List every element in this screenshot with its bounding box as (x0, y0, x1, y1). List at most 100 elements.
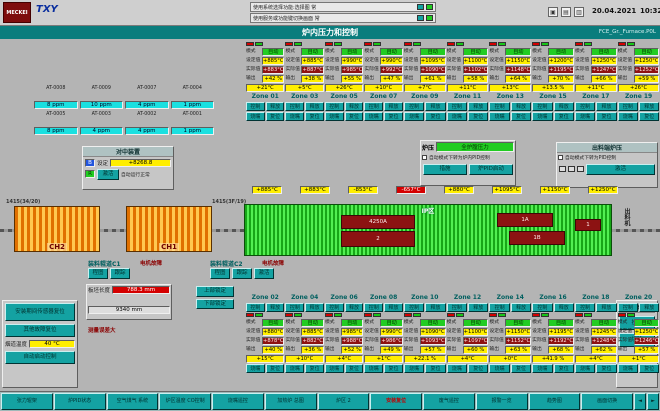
zone-sp-value[interactable]: +990°C (380, 328, 402, 336)
zone-reset-button[interactable]: 复位 (639, 112, 659, 121)
zone-sp-value[interactable]: +990°C (380, 57, 402, 65)
zone-release-button[interactable]: 释放 (554, 102, 574, 111)
zone-release-button[interactable]: 释放 (266, 102, 285, 111)
zone-mode-value[interactable]: 自动 (301, 48, 323, 56)
zone-control-button[interactable]: 控制 (285, 102, 304, 111)
zone-control-button[interactable]: 控制 (532, 303, 552, 312)
zone-burner-button[interactable]: 烧嘴 (246, 364, 265, 373)
zone-release-button[interactable]: 释放 (639, 102, 659, 111)
zone-mode-value[interactable]: 自动 (548, 48, 574, 56)
zone-reset-button[interactable]: 复位 (425, 364, 445, 373)
slab[interactable]: 1 (575, 219, 601, 231)
zone-sp-value[interactable]: +1100°C (463, 328, 489, 336)
sensor-reset-button[interactable]: 安装期间传感器复位 (5, 303, 75, 321)
zone-mode-value[interactable]: 自动 (463, 48, 489, 56)
zone-release-button[interactable]: 释放 (511, 102, 531, 111)
slab[interactable]: 2 (341, 231, 415, 247)
auto-start-button[interactable]: 自动启动控制 (5, 351, 75, 364)
slab[interactable]: 1A (497, 213, 553, 227)
zone-release-button[interactable]: 释放 (384, 102, 403, 111)
zone-reset-button[interactable]: 复位 (345, 112, 364, 121)
zone-burner-button[interactable]: 烧嘴 (532, 364, 552, 373)
zone-sp-value[interactable]: +885°C (262, 57, 284, 65)
zone-sp-value[interactable]: +1150°C (505, 57, 531, 65)
zone-control-button[interactable]: 控制 (532, 102, 552, 111)
zone-release-button[interactable]: 释放 (554, 303, 574, 312)
zone-burner-button[interactable]: 烧嘴 (447, 364, 467, 373)
system-option-2[interactable]: 使用服务或功能键切换画面 常 (250, 13, 436, 23)
zone-burner-button[interactable]: 烧嘴 (246, 112, 265, 121)
nav-button-7[interactable]: 炉区 2 (318, 393, 370, 410)
zone-release-button[interactable]: 释放 (266, 303, 285, 312)
furnace-schematic[interactable]: IP区 4250A21A1B1 (244, 204, 612, 256)
zone-reset-button[interactable]: 复位 (511, 112, 531, 121)
selector-icon[interactable] (559, 166, 566, 172)
zone-burner-button[interactable]: 烧嘴 (447, 112, 467, 121)
zone-sp-value[interactable]: +990°C (341, 57, 363, 65)
zone-burner-button[interactable]: 烧嘴 (618, 364, 638, 373)
zone-release-button[interactable]: 释放 (345, 102, 364, 111)
zone-control-button[interactable]: 控制 (364, 303, 383, 312)
zone-burner-button[interactable]: 烧嘴 (618, 112, 638, 121)
charge-block-ch2[interactable]: CH2 (14, 206, 100, 252)
selector-icon[interactable] (568, 166, 575, 172)
zone-sp-value[interactable]: +1095°C (420, 57, 446, 65)
zone-control-button[interactable]: 控制 (447, 303, 467, 312)
zone-reset-button[interactable]: 复位 (425, 112, 445, 121)
zone-sp-value[interactable]: +1250°C (634, 57, 660, 65)
lower-lock-button[interactable]: 下部锁定 (196, 299, 234, 310)
zone-release-button[interactable]: 释放 (639, 303, 659, 312)
zone-reset-button[interactable]: 复位 (511, 364, 531, 373)
zone-mode-value[interactable]: 自动 (341, 48, 363, 56)
zone-sp-value[interactable]: +1195°C (548, 328, 574, 336)
zone-mode-value[interactable]: 自动 (380, 319, 402, 327)
zone-burner-button[interactable]: 烧嘴 (404, 364, 424, 373)
zone-sp-value[interactable]: +1250°C (591, 57, 617, 65)
zone-control-button[interactable]: 控制 (246, 102, 265, 111)
zone-mode-value[interactable]: 自动 (341, 319, 363, 327)
zone-burner-button[interactable]: 烧嘴 (489, 364, 509, 373)
pressure-measure-button[interactable]: 措施 (423, 164, 467, 175)
zone-release-button[interactable]: 释放 (384, 303, 403, 312)
zone-reset-button[interactable]: 复位 (384, 364, 403, 373)
zone-release-button[interactable]: 释放 (425, 102, 445, 111)
zone-release-button[interactable]: 释放 (596, 102, 616, 111)
upper-lock-button[interactable]: 上部锁定 (196, 286, 234, 297)
roller-c1-track-button[interactable]: 跟踪 (110, 268, 130, 279)
slab[interactable]: 4250A (341, 215, 415, 229)
zone-mode-value[interactable]: 自动 (262, 319, 284, 327)
roller-c2-diagram-button[interactable]: 程图 (210, 268, 230, 279)
print-icon[interactable]: ▣ (548, 7, 558, 17)
zone-burner-button[interactable]: 烧嘴 (325, 364, 344, 373)
zone-reset-button[interactable]: 复位 (554, 112, 574, 121)
zone-burner-button[interactable]: 烧嘴 (325, 112, 344, 121)
nav-scroll-left-icon[interactable]: ◄ (634, 393, 646, 410)
nav-button-6[interactable]: 加热炉 总图 (265, 393, 317, 410)
roller-c2-activate-button[interactable]: 激活 (254, 268, 274, 279)
zone-sp-value[interactable]: +1245°C (591, 328, 617, 336)
zone-sp-value[interactable]: +880°C (262, 328, 284, 336)
zone-control-button[interactable]: 控制 (618, 102, 638, 111)
report-icon[interactable]: ▤ (561, 7, 571, 17)
settings-icon[interactable]: ▥ (574, 7, 584, 17)
zone-sp-value[interactable]: +1100°C (463, 57, 489, 65)
nav-button-1[interactable]: 张力辊架 (1, 393, 53, 410)
zone-mode-value[interactable]: 自动 (634, 48, 660, 56)
nav-button-4[interactable]: 炉区温度 CO控制 (159, 393, 211, 410)
nav-button-12[interactable]: 画面切换 (581, 393, 633, 410)
other-fault-reset-button[interactable]: 其他故障复位 (5, 324, 75, 337)
zone-burner-button[interactable]: 烧嘴 (532, 112, 552, 121)
zone-burner-button[interactable]: 烧嘴 (285, 364, 304, 373)
centering-activate-button[interactable]: 激活 (97, 169, 119, 180)
nav-button-11[interactable]: 趋势图 (529, 393, 581, 410)
zone-control-button[interactable]: 控制 (575, 102, 595, 111)
zone-burner-button[interactable]: 烧嘴 (285, 112, 304, 121)
zone-mode-value[interactable]: 自动 (591, 319, 617, 327)
roller-c2-track-button[interactable]: 跟踪 (232, 268, 252, 279)
zone-burner-button[interactable]: 烧嘴 (575, 112, 595, 121)
zone-reset-button[interactable]: 复位 (596, 364, 616, 373)
zone-reset-button[interactable]: 复位 (639, 364, 659, 373)
zone-sp-value[interactable]: +885°C (301, 328, 323, 336)
zone-sp-value[interactable]: +1250°C (634, 328, 660, 336)
zone-control-button[interactable]: 控制 (364, 102, 383, 111)
